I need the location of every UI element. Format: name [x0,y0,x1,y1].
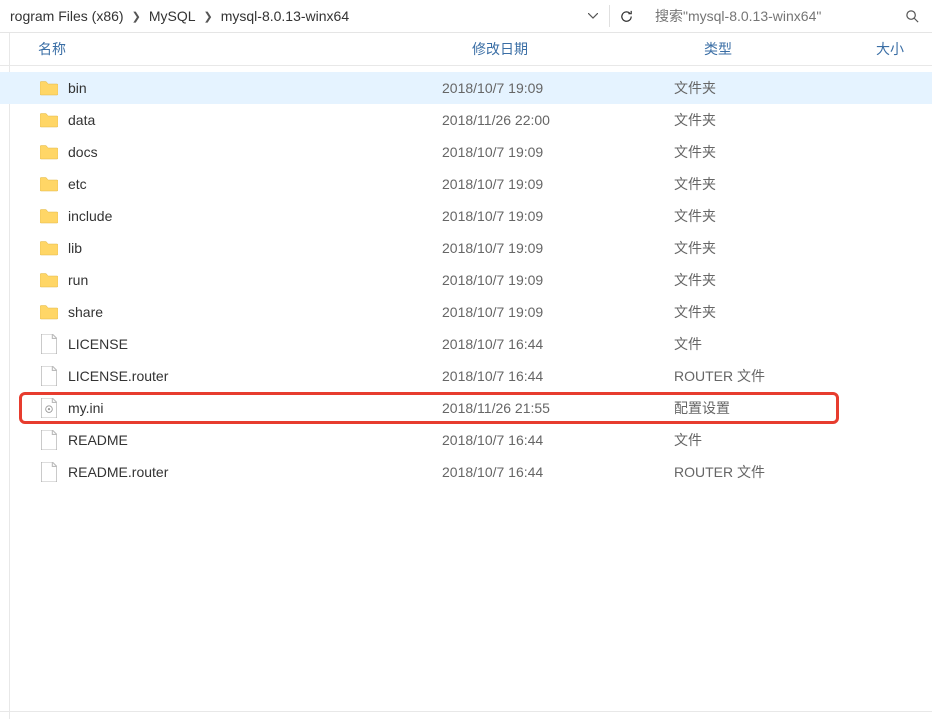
file-row[interactable]: docs 2018/10/7 19:09文件夹 [0,136,932,168]
file-name-cell: etc [38,173,442,195]
file-date: 2018/10/7 19:09 [442,176,674,192]
file-type: 文件夹 [674,142,846,162]
file-row[interactable]: bin 2018/10/7 19:09文件夹 [0,72,932,104]
file-row[interactable]: LICENSE.router 2018/10/7 16:44ROUTER 文件 [0,360,932,392]
file-row[interactable]: README.router 2018/10/7 16:44ROUTER 文件 [0,456,932,488]
file-type: 文件夹 [674,78,846,98]
file-icon [38,333,60,355]
breadcrumb-item-mysqlversion[interactable]: mysql-8.0.13-winx64 [219,8,351,24]
file-row[interactable]: data 2018/11/26 22:00文件夹 [0,104,932,136]
file-name-cell: lib [38,237,442,259]
address-bar: rogram Files (x86) ❯ MySQL ❯ mysql-8.0.1… [0,0,932,33]
file-row[interactable]: include 2018/10/7 19:09文件夹 [0,200,932,232]
file-type: 文件夹 [674,270,846,290]
breadcrumb[interactable]: rogram Files (x86) ❯ MySQL ❯ mysql-8.0.1… [0,0,579,32]
settings-file-icon [38,397,60,419]
file-type: 文件夹 [674,110,846,130]
column-header-type[interactable]: 类型 [704,39,876,59]
file-name: etc [68,176,87,192]
column-header-size[interactable]: 大小 [876,39,904,59]
file-name-cell: LICENSE.router [38,365,442,387]
file-name: lib [68,240,82,256]
file-type: 文件夹 [674,206,846,226]
file-date: 2018/10/7 16:44 [442,336,674,352]
file-date: 2018/11/26 22:00 [442,112,674,128]
file-name: LICENSE [68,336,128,352]
file-row[interactable]: share 2018/10/7 19:09文件夹 [0,296,932,328]
file-date: 2018/10/7 19:09 [442,208,674,224]
file-name-cell: share [38,301,442,323]
file-date: 2018/10/7 19:09 [442,304,674,320]
file-date: 2018/10/7 19:09 [442,272,674,288]
file-name-cell: run [38,269,442,291]
file-name: bin [68,80,87,96]
folder-icon [38,141,60,163]
file-name: data [68,112,95,128]
breadcrumb-item-mysql[interactable]: MySQL [147,8,198,24]
file-name: docs [68,144,98,160]
breadcrumb-item-programfiles[interactable]: rogram Files (x86) [8,8,126,24]
file-date: 2018/10/7 19:09 [442,80,674,96]
file-icon [38,461,60,483]
file-list: bin2018/10/7 19:09文件夹data2018/11/26 22:0… [0,66,932,488]
file-name-cell: include [38,205,442,227]
folder-icon [38,77,60,99]
chevron-right-icon[interactable]: ❯ [126,10,147,23]
search-box[interactable] [648,2,928,30]
history-dropdown-button[interactable] [579,2,607,30]
file-date: 2018/11/26 21:55 [442,400,674,416]
file-name-cell: README [38,429,442,451]
file-row[interactable]: run 2018/10/7 19:09文件夹 [0,264,932,296]
file-type: 文件 [674,334,846,354]
file-name: README [68,432,128,448]
file-date: 2018/10/7 19:09 [442,144,674,160]
file-row[interactable]: README 2018/10/7 16:44文件 [0,424,932,456]
file-name-cell: my.ini [38,397,442,419]
file-name-cell: README.router [38,461,442,483]
divider [609,5,610,27]
refresh-button[interactable] [612,2,640,30]
file-date: 2018/10/7 16:44 [442,432,674,448]
folder-icon [38,301,60,323]
column-header-name[interactable]: 名称 [38,39,472,59]
file-name: README.router [68,464,168,480]
file-name: share [68,304,103,320]
file-name: LICENSE.router [68,368,168,384]
file-type: 文件夹 [674,302,846,322]
file-date: 2018/10/7 16:44 [442,464,674,480]
file-row[interactable]: etc 2018/10/7 19:09文件夹 [0,168,932,200]
file-name: my.ini [68,400,104,416]
search-input[interactable] [655,8,903,24]
folder-icon [38,109,60,131]
folder-icon [38,269,60,291]
file-type: 文件夹 [674,238,846,258]
file-name: run [68,272,88,288]
file-name-cell: bin [38,77,442,99]
folder-icon [38,237,60,259]
chevron-right-icon[interactable]: ❯ [198,10,219,23]
file-type: 文件 [674,430,846,450]
file-row[interactable]: my.ini 2018/11/26 21:55配置设置 [0,392,932,424]
file-name-cell: LICENSE [38,333,442,355]
file-type: ROUTER 文件 [674,462,846,482]
file-name-cell: docs [38,141,442,163]
file-date: 2018/10/7 16:44 [442,368,674,384]
file-type: 配置设置 [674,398,846,418]
folder-icon [38,205,60,227]
file-row[interactable]: LICENSE 2018/10/7 16:44文件 [0,328,932,360]
file-row[interactable]: lib 2018/10/7 19:09文件夹 [0,232,932,264]
file-type: ROUTER 文件 [674,366,846,386]
folder-icon [38,173,60,195]
column-headers: 名称 修改日期 类型 大小 [0,33,932,66]
statusbar-border [0,711,932,719]
file-icon [38,429,60,451]
file-date: 2018/10/7 19:09 [442,240,674,256]
search-icon[interactable] [903,9,921,24]
file-name-cell: data [38,109,442,131]
file-type: 文件夹 [674,174,846,194]
column-header-date[interactable]: 修改日期 [472,39,704,59]
file-name: include [68,208,112,224]
file-icon [38,365,60,387]
